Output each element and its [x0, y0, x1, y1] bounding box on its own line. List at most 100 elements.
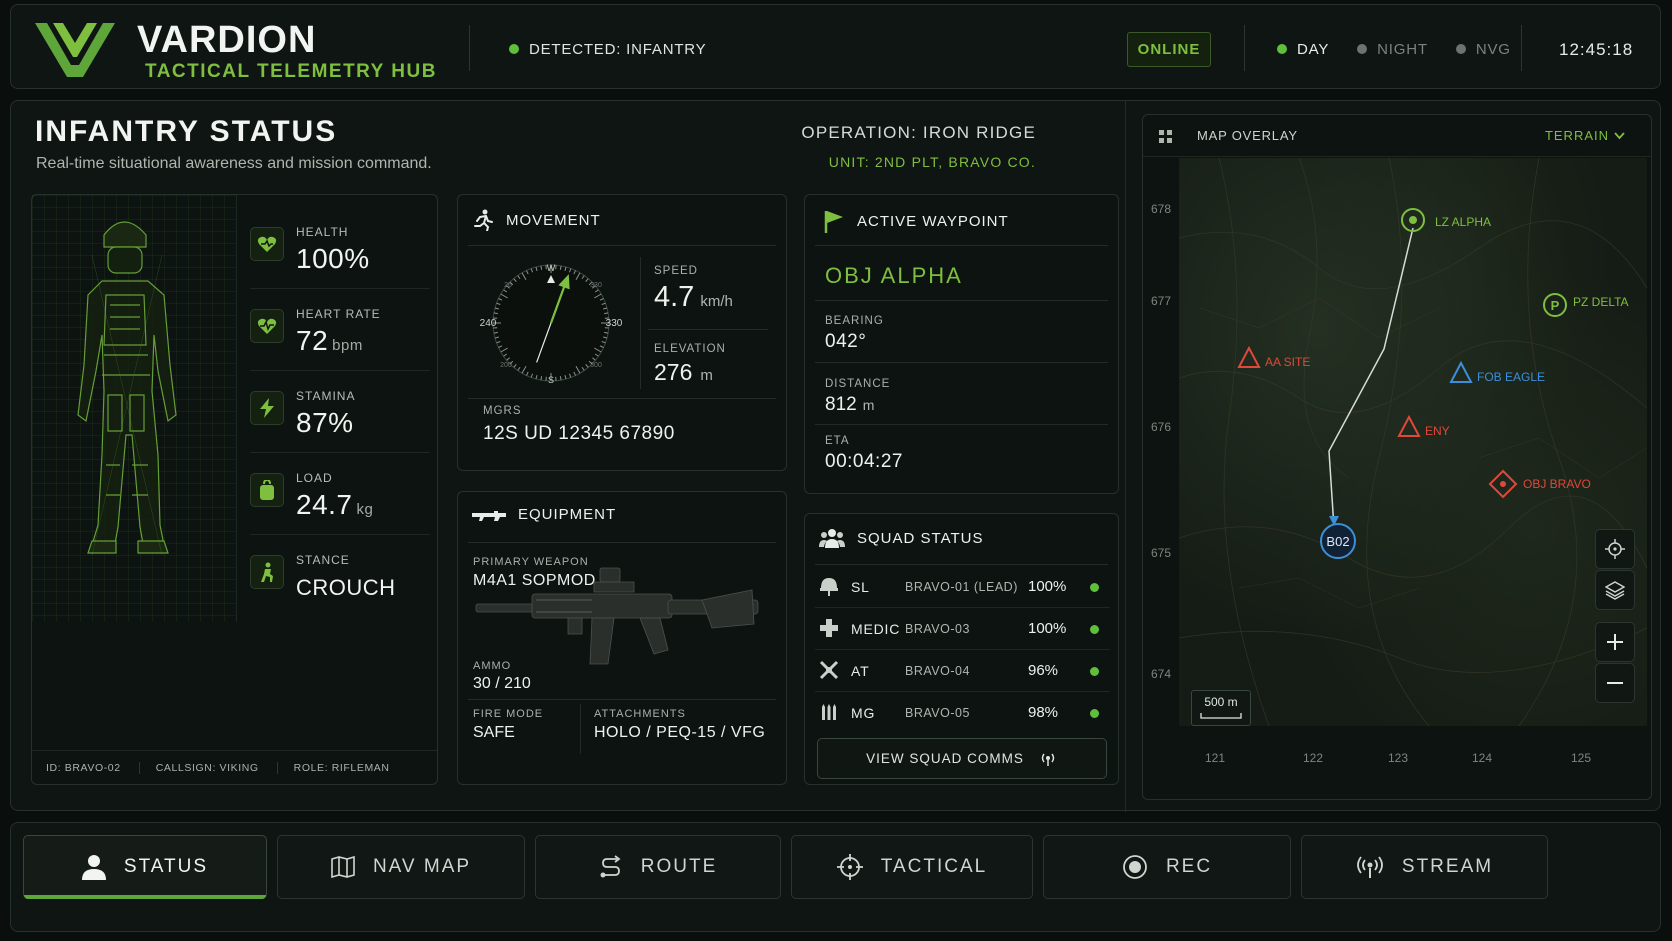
squad-health: 98% [1028, 704, 1059, 721]
lz-alpha-marker[interactable]: LZ ALPHA [1401, 208, 1491, 232]
fire-mode-label: FIRE MODE [473, 708, 544, 720]
squad-member-row[interactable]: MEDIC BRAVO-03 100% [815, 608, 1110, 650]
bottom-nav-bar: STATUS NAV MAP ROUTE TACTICAL REC STREAM [10, 822, 1661, 932]
compass-tick-label: 330 [590, 282, 602, 289]
svg-text:26: 26 [504, 282, 512, 289]
squad-member-row[interactable]: MG BRAVO-05 98% [815, 692, 1110, 734]
stat-health: HEALTH 100% [250, 207, 430, 289]
crouch-icon [250, 555, 284, 589]
map-canvas[interactable]: LZ ALPHA P PZ DELTA AA SITE FOB EAGLE EN… [1179, 158, 1647, 726]
mode-day[interactable]: DAY [1277, 41, 1329, 58]
soldier-role: ROLE: RIFLEMAN [293, 761, 390, 774]
squad-callsign: BRAVO-05 [905, 706, 970, 720]
soldier-id-bar: ID: BRAVO-02 CALLSIGN: VIKING ROLE: RIFL… [32, 750, 437, 784]
nav-status-button[interactable]: STATUS [23, 835, 267, 899]
distance-number: 812 [825, 394, 857, 415]
obj-bravo-marker[interactable]: OBJ BRAVO [1488, 469, 1591, 499]
divider [815, 424, 1108, 425]
page-title: INFANTRY STATUS [35, 115, 338, 148]
fob-eagle-marker[interactable]: FOB EAGLE [1449, 360, 1545, 384]
squad-member-row[interactable]: AT BRAVO-04 96% [815, 650, 1110, 692]
equipment-card: EQUIPMENT PRIMARY WEAPON M4A1 SOPMOD II … [457, 491, 787, 785]
marker-label: FOB EAGLE [1477, 370, 1545, 384]
distance-value: 812 m [825, 394, 874, 416]
operation-name: OPERATION: IRON RIDGE [801, 123, 1036, 142]
soldier-id: ID: BRAVO-02 [46, 761, 140, 774]
map-x-label: 121 [1205, 751, 1226, 765]
nav-route-button[interactable]: ROUTE [535, 835, 781, 899]
clock: 12:45:18 [1559, 40, 1634, 59]
mode-label: NVG [1475, 41, 1511, 58]
self-position-marker[interactable]: B02 [1320, 523, 1356, 559]
map-scale: 500 m [1191, 690, 1251, 726]
compass: W S 240 330 26 330 200 300 [480, 263, 623, 385]
eta-value: 00:04:27 [825, 451, 903, 472]
stat-label: HEART RATE [296, 307, 381, 321]
distance-unit: m [862, 397, 875, 413]
map-y-label: 675 [1151, 546, 1172, 560]
detection-status: DETECTED: INFANTRY [509, 41, 706, 58]
mode-night[interactable]: NIGHT [1357, 41, 1428, 58]
marker-label: ENY [1425, 424, 1450, 438]
card-title: MOVEMENT [472, 209, 601, 231]
stat-label: STANCE [296, 553, 350, 567]
nav-stream-button[interactable]: STREAM [1301, 835, 1548, 899]
stat-number: 24.7 [296, 489, 353, 520]
squad-status-dot [1090, 709, 1099, 718]
mgrs-label: MGRS [483, 405, 522, 417]
divider [815, 362, 1108, 363]
button-label: VIEW SQUAD COMMS [866, 751, 1024, 766]
squad-health: 100% [1028, 578, 1067, 595]
layers-icon [1605, 581, 1625, 600]
zoom-out-button[interactable] [1595, 663, 1635, 703]
waypoint-name: OBJ ALPHA [825, 263, 963, 288]
nav-map-button[interactable]: NAV MAP [277, 835, 525, 899]
elevation-number: 276 [654, 359, 693, 385]
heartbeat-icon [250, 309, 284, 343]
pz-delta-marker[interactable]: P PZ DELTA [1543, 293, 1629, 317]
top-header: VARDION TACTICAL TELEMETRY HUB DETECTED:… [10, 4, 1661, 89]
map-header: MAP OVERLAY TERRAIN [1143, 115, 1651, 157]
enemy-marker[interactable]: ENY [1397, 414, 1450, 438]
divider [815, 564, 1108, 565]
divider [815, 300, 1108, 301]
unit-name: UNIT: 2ND PLT, BRAVO CO. [828, 154, 1036, 170]
brand-name: VARDION [137, 19, 317, 61]
stat-label: LOAD [296, 471, 333, 485]
terrain-dropdown[interactable]: TERRAIN [1545, 128, 1609, 143]
aa-site-marker[interactable]: AA SITE [1237, 345, 1310, 369]
map-drawing: LZ ALPHA P PZ DELTA AA SITE FOB EAGLE EN… [1179, 158, 1647, 726]
compass-tick-label: 200 [500, 362, 512, 369]
compass-tick [540, 376, 543, 381]
compass-west-label: 240 [480, 318, 497, 329]
mode-nvg[interactable]: NVG [1455, 41, 1511, 58]
zoom-in-button[interactable] [1595, 622, 1635, 662]
bearing-value: 042° [825, 331, 867, 352]
compass-tick [604, 331, 609, 334]
eta-label: ETA [825, 435, 850, 447]
distance-label: DISTANCE [825, 378, 891, 390]
map-title: MAP OVERLAY [1197, 128, 1298, 143]
chevron-down-icon[interactable] [1614, 132, 1625, 140]
squad-status-card: SQUAD STATUS SL BRAVO-01 (LEAD) 100% MED… [804, 513, 1119, 785]
nav-rec-button[interactable]: REC [1043, 835, 1291, 899]
group-icon [819, 529, 845, 548]
route-icon [600, 855, 621, 878]
divider [1125, 101, 1126, 812]
movement-card: MOVEMENT W S 240 330 26 330 200 300 SPEE… [457, 194, 787, 471]
crossed-rockets-icon [819, 660, 839, 680]
grid-icon [1159, 130, 1172, 143]
speed-value: 4.7 km/h [654, 281, 733, 314]
stat-number: CROUCH [296, 575, 396, 600]
crosshair-icon [1605, 539, 1625, 559]
layers-button[interactable] [1595, 570, 1635, 610]
squad-role: MEDIC [851, 621, 901, 637]
card-title-text: ACTIVE WAYPOINT [857, 212, 1009, 230]
squad-member-row[interactable]: SL BRAVO-01 (LEAD) 100% [815, 566, 1110, 608]
nav-label: REC [1165, 856, 1213, 877]
view-squad-comms-button[interactable]: VIEW SQUAD COMMS [817, 738, 1107, 779]
marker-label: AA SITE [1265, 355, 1310, 369]
nav-tactical-button[interactable]: TACTICAL [791, 835, 1033, 899]
squad-status-dot [1090, 583, 1099, 592]
recenter-button[interactable] [1595, 529, 1635, 569]
